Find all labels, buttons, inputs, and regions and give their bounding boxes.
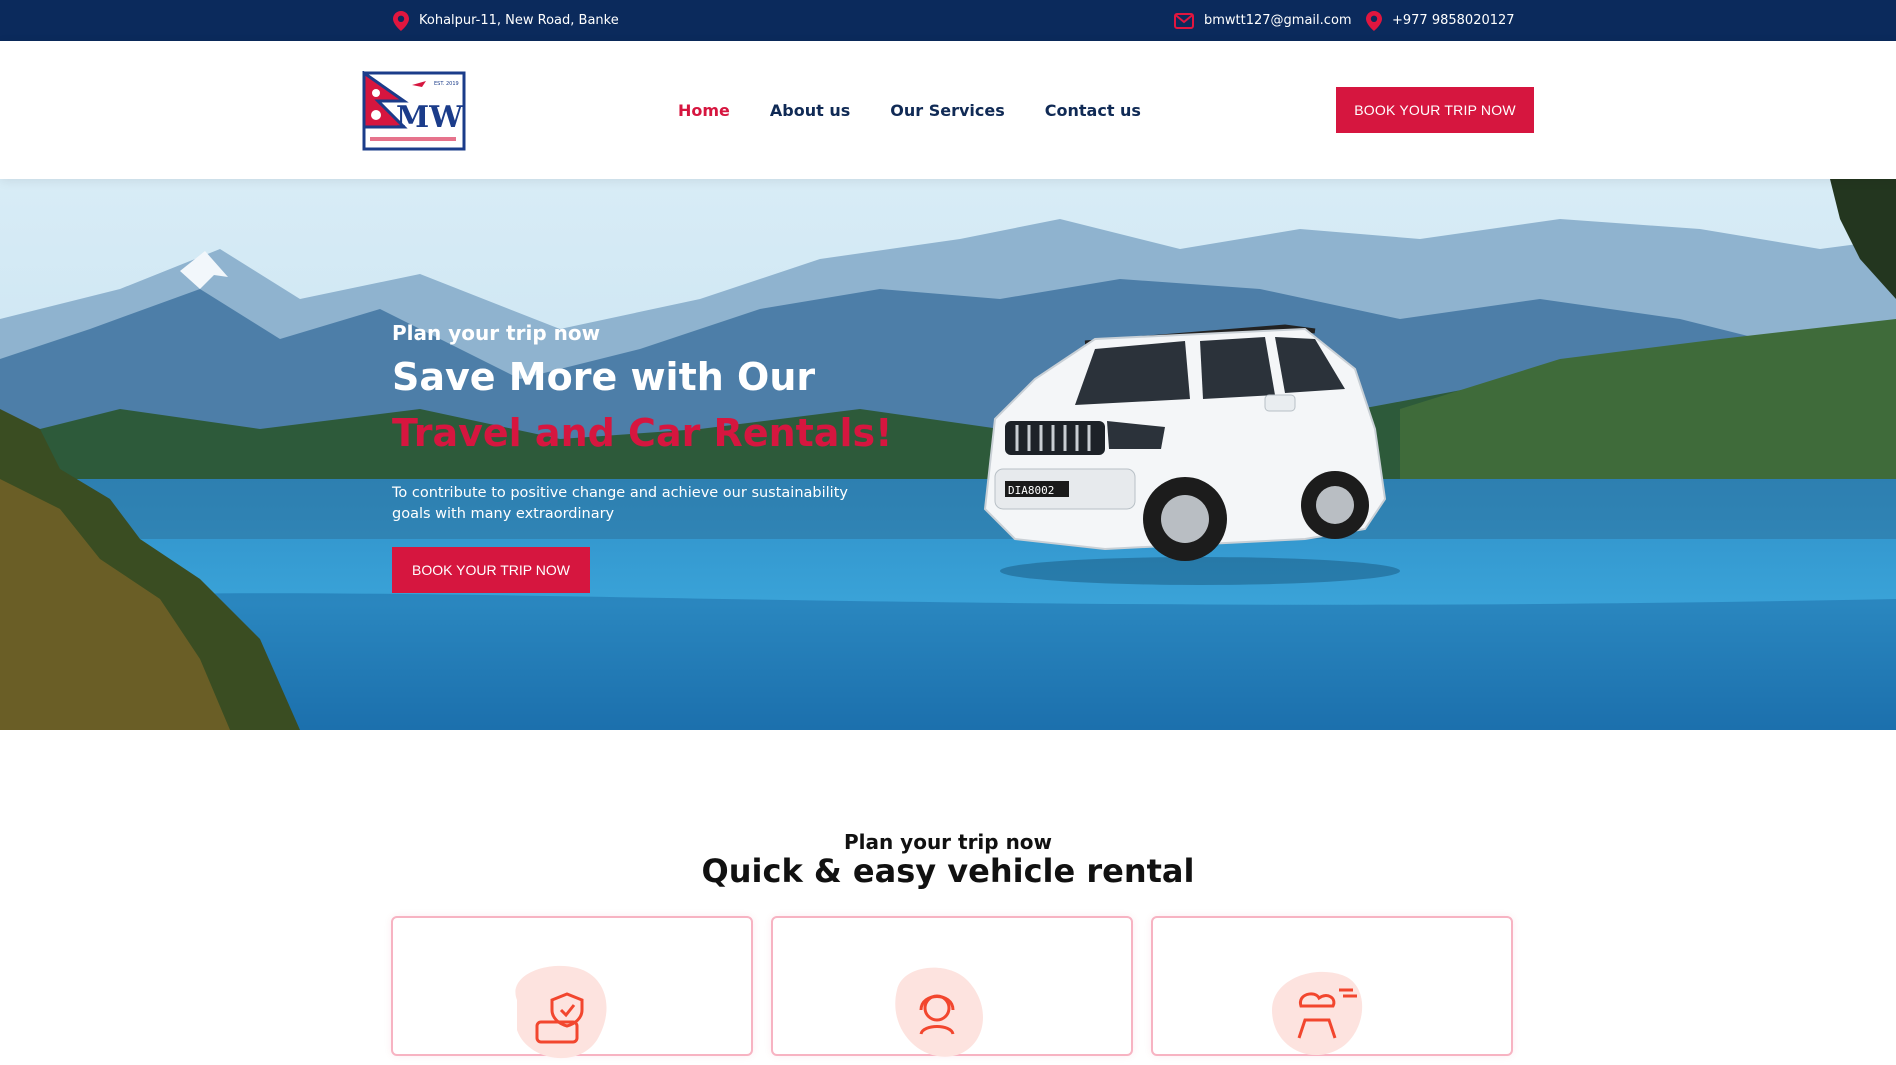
book-trip-header-button[interactable]: BOOK YOUR TRIP NOW	[1336, 87, 1534, 133]
main-nav: Home About us Our Services Contact us	[678, 41, 1141, 179]
envelope-icon	[1174, 12, 1194, 29]
hero-description: To contribute to positive change and ach…	[392, 485, 848, 522]
svg-text:MW: MW	[396, 100, 464, 135]
top-info-bar: Kohalpur-11, New Road, Banke bmwtt127@gm…	[0, 0, 1896, 41]
feature-card	[771, 916, 1133, 1057]
nav-contact[interactable]: Contact us	[1045, 101, 1141, 120]
support-headset-icon	[877, 960, 997, 1065]
license-plate: DIA8002	[1008, 484, 1054, 497]
svg-text:EST. 2019: EST. 2019	[434, 81, 459, 87]
delivery-cloud-icon	[1257, 960, 1377, 1065]
feature-card	[391, 916, 753, 1059]
map-pin-icon	[393, 10, 409, 31]
hero-eyebrow: Plan your trip now	[392, 321, 601, 345]
address-item: Kohalpur-11, New Road, Banke	[393, 0, 619, 41]
map-pin-icon	[1366, 10, 1382, 31]
hero-banner: Plan your trip now Save More with Our Tr…	[0, 179, 1896, 730]
bmw-logo[interactable]: MW EST. 2019	[360, 70, 466, 151]
book-trip-hero-button[interactable]: BOOK YOUR TRIP NOW	[392, 547, 590, 593]
hero-title-line2: Travel and Car Rentals!	[392, 411, 893, 455]
site-header: MW EST. 2019 Home About us Our Services …	[0, 41, 1896, 179]
address-text: Kohalpur-11, New Road, Banke	[419, 13, 619, 28]
nav-about[interactable]: About us	[770, 101, 850, 120]
section-title: Quick & easy vehicle rental	[701, 852, 1195, 890]
email-item[interactable]: bmwtt127@gmail.com	[1174, 0, 1352, 41]
phone-item[interactable]: +977 9858020127	[1366, 0, 1515, 41]
section-eyebrow: Plan your trip now	[843, 830, 1053, 854]
suv-car-image: DIA8002	[983, 324, 1400, 585]
hero-title-line1: Save More with Our	[392, 355, 816, 399]
nav-services[interactable]: Our Services	[890, 101, 1005, 120]
mountain-lake-background	[0, 179, 1896, 730]
hero-text-block: Plan your trip now Save More with Our Tr…	[392, 321, 912, 593]
nav-home[interactable]: Home	[678, 101, 730, 120]
car-shield-icon	[497, 960, 617, 1065]
phone-text[interactable]: +977 9858020127	[1392, 13, 1515, 28]
email-text[interactable]: bmwtt127@gmail.com	[1204, 13, 1352, 28]
feature-card	[1151, 916, 1513, 1056]
